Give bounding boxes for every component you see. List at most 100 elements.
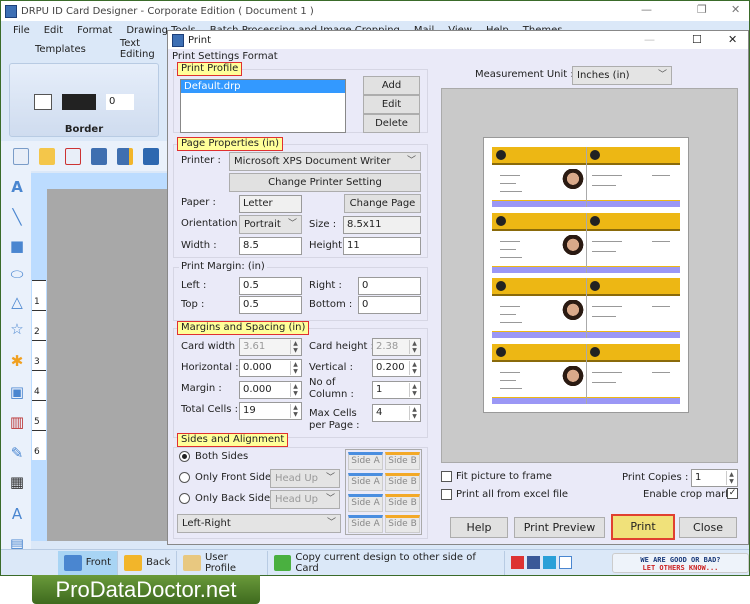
front-button[interactable]: Front: [57, 550, 119, 575]
restore-button[interactable]: ❐: [697, 3, 707, 16]
image-tool-icon[interactable]: ▣: [9, 384, 25, 400]
close-button[interactable]: Close: [679, 517, 737, 538]
change-page-button[interactable]: Change Page: [344, 194, 421, 213]
signature-tool-icon[interactable]: ✎: [9, 445, 25, 461]
margin-field[interactable]: 0.000 ▲ ▼: [239, 381, 302, 399]
print-copies-field[interactable]: 1 ▲ ▼: [691, 469, 738, 487]
columns-field[interactable]: 1 ▲ ▼: [372, 381, 421, 399]
feedback-button[interactable]: WE ARE GOOD OR BAD? LET OTHERS KNOW...: [611, 552, 749, 573]
dialog-minimize-button[interactable]: —: [644, 33, 655, 46]
watermark-tool-icon[interactable]: A: [9, 506, 25, 522]
google-plus-icon[interactable]: [510, 556, 524, 569]
copy-design-button[interactable]: Copy current design to other side of Car…: [268, 550, 505, 575]
border-width-select[interactable]: 0: [106, 94, 134, 110]
tab-templates[interactable]: Templates: [35, 44, 86, 55]
rectangle-tool-icon[interactable]: ■: [9, 238, 25, 254]
measurement-select[interactable]: Inches (in) ﹀: [572, 66, 672, 85]
back-button[interactable]: Back: [118, 550, 178, 575]
print-excel-label: Print all from excel file: [456, 489, 569, 500]
close-app-button[interactable]: ✕: [731, 3, 740, 16]
front-label: Front: [85, 557, 112, 568]
card-width-field[interactable]: 3.61 ▲ ▼: [239, 338, 302, 356]
spinner-icon[interactable]: ▲ ▼: [409, 406, 419, 420]
facebook-icon[interactable]: [526, 556, 540, 569]
spinner-icon[interactable]: ▲ ▼: [409, 383, 419, 397]
side-a-tile: Side A: [348, 452, 383, 470]
text-tool-icon[interactable]: A: [9, 179, 25, 195]
menu-file[interactable]: File: [13, 25, 30, 36]
width-field[interactable]: 8.5: [239, 237, 302, 255]
tab-text-editing[interactable]: Text Editing: [120, 38, 171, 60]
design-canvas[interactable]: [47, 189, 171, 541]
ribbon-group-label: Border: [64, 124, 104, 135]
save-icon[interactable]: [91, 147, 107, 165]
profile-list[interactable]: Default.drp: [180, 79, 346, 133]
orientation-select[interactable]: Portrait ﹀: [239, 215, 302, 234]
vertical-field[interactable]: 0.200 ▲ ▼: [372, 359, 421, 377]
spinner-icon[interactable]: ▲ ▼: [290, 340, 300, 354]
front-only-radio[interactable]: [179, 472, 190, 483]
barcode-tool-icon[interactable]: ▦: [9, 474, 25, 490]
border-style-icon[interactable]: [34, 94, 52, 110]
add-profile-button[interactable]: Add: [363, 76, 420, 95]
print-excel-checkbox[interactable]: [441, 489, 452, 500]
spinner-icon[interactable]: ▲ ▼: [409, 340, 419, 354]
margins-spacing-header: Margins and Spacing (in): [177, 321, 310, 335]
spinner-icon[interactable]: ▲ ▼: [290, 361, 300, 375]
spinner-icon[interactable]: ▲ ▼: [290, 404, 300, 418]
border-group: 0 Border: [9, 63, 159, 137]
export-icon[interactable]: [143, 147, 159, 165]
paper-field[interactable]: Letter: [239, 195, 302, 213]
edit-profile-button[interactable]: Edit: [363, 95, 420, 114]
dialog-maximize-button[interactable]: ☐: [692, 33, 702, 46]
right-margin-field[interactable]: 0: [358, 277, 421, 295]
both-sides-radio[interactable]: [179, 451, 190, 462]
dialog-close-button[interactable]: ✕: [728, 33, 737, 46]
minimize-button[interactable]: —: [641, 3, 652, 16]
bottom-margin-field[interactable]: 0: [358, 296, 421, 314]
print-button[interactable]: Print: [611, 514, 675, 540]
close-doc-icon[interactable]: [65, 147, 81, 165]
spinner-icon[interactable]: ▲ ▼: [409, 361, 419, 375]
print-preview-button[interactable]: Print Preview: [514, 517, 605, 538]
twitter-icon[interactable]: [542, 556, 556, 569]
library-tool-icon[interactable]: ▥: [9, 414, 25, 430]
border-color-picker[interactable]: [62, 94, 96, 110]
max-cells-field[interactable]: 4 ▲ ▼: [372, 404, 421, 422]
front-orientation-value: Head Up: [275, 473, 318, 484]
paper-label: Paper :: [181, 197, 216, 208]
front-orientation-select[interactable]: Head Up ﹀: [270, 469, 340, 488]
menu-format[interactable]: Format: [77, 25, 112, 36]
triangle-tool-icon[interactable]: △: [9, 294, 25, 310]
change-printer-button[interactable]: Change Printer Setting: [229, 173, 421, 192]
help-button[interactable]: Help: [450, 517, 508, 538]
menu-edit[interactable]: Edit: [44, 25, 63, 36]
open-icon[interactable]: [39, 147, 55, 165]
fit-picture-checkbox[interactable]: [441, 471, 452, 482]
like-icon[interactable]: [558, 556, 572, 569]
profile-item[interactable]: Default.drp: [181, 80, 345, 93]
star-tool-icon[interactable]: ☆: [9, 321, 25, 337]
top-margin-field[interactable]: 0.5: [239, 296, 302, 314]
alignment-select[interactable]: Left-Right ﹀: [177, 514, 341, 533]
user-profile-button[interactable]: User Profile: [177, 550, 268, 575]
crop-mark-checkbox[interactable]: ✓: [727, 488, 738, 499]
section-title: Print Settings Format: [172, 51, 278, 62]
spinner-icon[interactable]: ▲ ▼: [726, 471, 736, 485]
new-icon[interactable]: [13, 147, 29, 165]
spinner-icon[interactable]: ▲ ▼: [290, 383, 300, 397]
height-field[interactable]: 11: [343, 237, 421, 255]
back-orientation-select[interactable]: Head Up ﹀: [270, 490, 340, 509]
delete-profile-button[interactable]: Delete: [363, 114, 420, 133]
line-tool-icon[interactable]: ╲: [9, 209, 25, 225]
horizontal-field[interactable]: 0.000 ▲ ▼: [239, 359, 302, 377]
left-margin-field[interactable]: 0.5: [239, 277, 302, 295]
back-only-radio[interactable]: [179, 493, 190, 504]
card-height-field[interactable]: 2.38 ▲ ▼: [372, 338, 421, 356]
printer-select[interactable]: Microsoft XPS Document Writer ﹀: [229, 152, 421, 171]
total-cells-field[interactable]: 19 ▲ ▼: [239, 402, 302, 420]
save-as-icon[interactable]: [117, 147, 133, 165]
ellipse-tool-icon[interactable]: ⬭: [9, 266, 25, 282]
shape-tool-icon[interactable]: ✱: [9, 353, 25, 369]
size-field[interactable]: 8.5x11: [343, 216, 421, 234]
